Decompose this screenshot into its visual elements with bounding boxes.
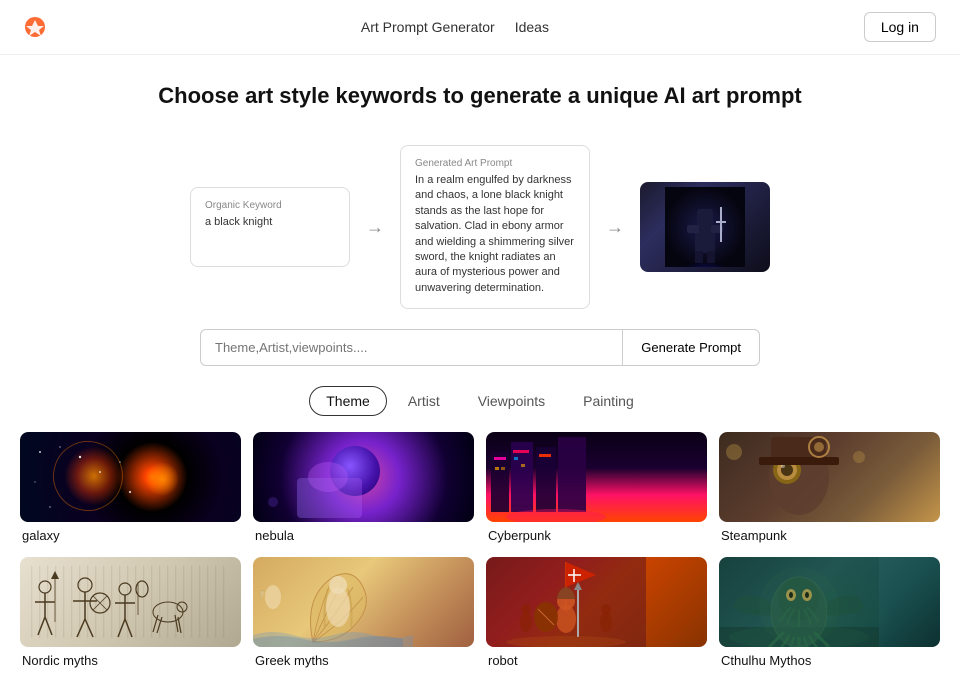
- flow-arrow-2: →: [606, 217, 624, 238]
- grid-image-nebula: [253, 432, 474, 522]
- tab-viewpoints[interactable]: Viewpoints: [461, 386, 562, 416]
- grid-image-steampunk: [719, 432, 940, 522]
- grid-item-nordic[interactable]: Nordic myths: [20, 557, 241, 670]
- grid-image-cyberpunk: [486, 432, 707, 522]
- grid-image-greek: [253, 557, 474, 647]
- logo-icon: [24, 16, 46, 38]
- greek-svg: [253, 557, 474, 647]
- grid-image-robot: [486, 557, 707, 647]
- grid-label-steampunk: Steampunk: [719, 522, 940, 545]
- login-button[interactable]: Log in: [864, 12, 936, 42]
- grid-label-cthulhu: Cthulhu Mythos: [719, 647, 940, 670]
- main-nav: Art Prompt Generator Ideas: [361, 19, 549, 35]
- flow-input-value: a black knight: [205, 215, 335, 230]
- art-grid: galaxy nebula: [0, 432, 960, 690]
- steampunk-svg: [719, 432, 940, 522]
- cthulhu-svg: [719, 557, 940, 647]
- header: Art Prompt Generator Ideas Log in: [0, 0, 960, 55]
- grid-item-robot[interactable]: robot: [486, 557, 707, 670]
- grid-label-robot: robot: [486, 647, 707, 670]
- flow-result-image: [640, 182, 770, 272]
- tab-painting[interactable]: Painting: [566, 386, 651, 416]
- grid-item-greek[interactable]: Greek myths: [253, 557, 474, 670]
- grid-label-nordic: Nordic myths: [20, 647, 241, 670]
- grid-image-galaxy: [20, 432, 241, 522]
- grid-image-cthulhu: [719, 557, 940, 647]
- nav-ideas[interactable]: Ideas: [515, 19, 549, 35]
- nebula-svg: [253, 432, 474, 522]
- flow-input-label: Organic Keyword: [205, 200, 335, 211]
- flow-diagram: Organic Keyword a black knight → Generat…: [130, 145, 830, 309]
- grid-label-cyberpunk: Cyberpunk: [486, 522, 707, 545]
- tab-theme[interactable]: Theme: [309, 386, 387, 416]
- grid-label-galaxy: galaxy: [20, 522, 241, 545]
- grid-item-nebula[interactable]: nebula: [253, 432, 474, 545]
- robot-svg: [486, 557, 707, 647]
- flow-input-box: Organic Keyword a black knight: [190, 187, 350, 267]
- galaxy-svg: [20, 432, 241, 522]
- grid-item-cyberpunk[interactable]: Cyberpunk: [486, 432, 707, 545]
- flow-output-label: Generated Art Prompt: [415, 158, 575, 169]
- flow-output-text: In a realm engulfed by darkness and chao…: [415, 173, 575, 296]
- flow-output-box: Generated Art Prompt In a realm engulfed…: [400, 145, 590, 309]
- grid-item-cthulhu[interactable]: Cthulhu Mythos: [719, 557, 940, 670]
- tab-artist[interactable]: Artist: [391, 386, 457, 416]
- category-tabs: Theme Artist Viewpoints Painting: [0, 386, 960, 416]
- grid-item-galaxy[interactable]: galaxy: [20, 432, 241, 545]
- grid-image-nordic: [20, 557, 241, 647]
- flow-arrow-1: →: [366, 217, 384, 238]
- grid-label-greek: Greek myths: [253, 647, 474, 670]
- knight-svg: [665, 187, 745, 267]
- search-row: Generate Prompt: [180, 329, 780, 366]
- cyberpunk-svg: [486, 432, 707, 522]
- nav-art-prompt-generator[interactable]: Art Prompt Generator: [361, 19, 495, 35]
- search-input[interactable]: [200, 329, 622, 366]
- generate-button[interactable]: Generate Prompt: [622, 329, 760, 366]
- hero-section: Choose art style keywords to generate a …: [0, 55, 960, 129]
- nordic-svg: [20, 557, 241, 647]
- hero-title: Choose art style keywords to generate a …: [16, 83, 944, 109]
- grid-item-steampunk[interactable]: Steampunk: [719, 432, 940, 545]
- grid-label-nebula: nebula: [253, 522, 474, 545]
- logo: [24, 16, 46, 38]
